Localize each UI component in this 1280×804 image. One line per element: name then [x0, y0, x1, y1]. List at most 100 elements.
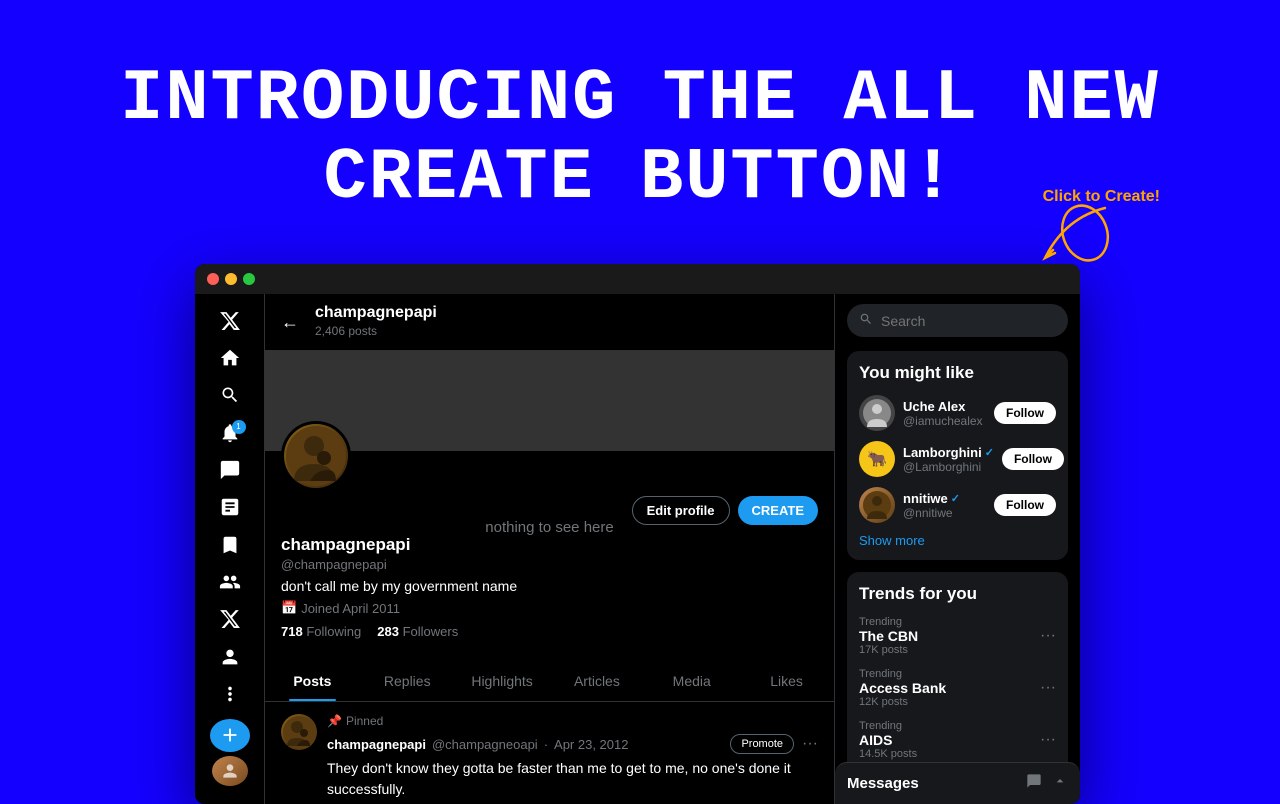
sidebar-create-button[interactable] [210, 719, 250, 752]
post-user-info: champagnepapi @champagneoapi · Apr 23, 2… [327, 737, 628, 752]
collapse-messages-icon[interactable] [1052, 773, 1068, 794]
follow-button-2[interactable]: Follow [994, 494, 1056, 516]
following-stat[interactable]: 718 Following [281, 624, 361, 639]
followers-stat[interactable]: 283 Followers [377, 624, 458, 639]
tab-highlights[interactable]: Highlights [455, 661, 550, 701]
profile-avatar [281, 421, 351, 491]
search-icon [859, 312, 873, 329]
post-text: They don't know they gotta be faster tha… [327, 758, 818, 800]
profile-avatar-wrap [281, 421, 818, 491]
calendar-icon: 📅 [281, 600, 297, 616]
messages-bar: Messages [835, 762, 1080, 804]
follow-button-0[interactable]: Follow [994, 402, 1056, 424]
post-content: 📌 Pinned champagnepapi @champagneoapi · … [327, 714, 818, 804]
sugg-name-2: nnitiwe ✓ [903, 491, 986, 506]
profile-meta: 📅 Joined April 2011 [281, 600, 818, 616]
sidebar-item-bookmarks[interactable] [210, 528, 250, 561]
pinned-label: 📌 Pinned [327, 714, 818, 728]
sidebar-item-notifications[interactable]: 1 [210, 416, 250, 449]
trend-item-1: Trending Access Bank 12K posts ··· [859, 668, 1056, 708]
sidebar-item-more[interactable] [210, 677, 250, 710]
twitter-layout: 1 [195, 294, 1080, 804]
profile-handle: @champagnepapi [281, 557, 818, 572]
sidebar-item-search[interactable] [210, 379, 250, 412]
main-content: ← champagnepapi 2,406 posts [265, 294, 835, 804]
you-might-like-title: You might like [859, 363, 1056, 383]
messages-title: Messages [847, 775, 919, 792]
sidebar-item-home[interactable] [210, 341, 250, 374]
tab-media[interactable]: Media [644, 661, 739, 701]
trend-more-1[interactable]: ··· [1040, 679, 1056, 697]
post-more-icon[interactable]: ··· [802, 735, 818, 753]
sugg-name-0: Uche Alex [903, 399, 986, 414]
show-more-link[interactable]: Show more [859, 533, 1056, 548]
post-avatar-image [281, 714, 317, 750]
sidebar-item-x-logo[interactable] [210, 304, 250, 337]
sidebar: 1 [195, 294, 265, 804]
browser-titlebar [195, 264, 1080, 294]
tab-articles[interactable]: Articles [549, 661, 644, 701]
profile-details: nothing to see here Edit profile CREATE … [265, 451, 834, 661]
browser-close-dot[interactable] [207, 273, 219, 285]
sugg-handle-2: @nnitiwe [903, 506, 986, 520]
sidebar-item-profile[interactable] [210, 640, 250, 673]
browser-window: 1 [195, 264, 1080, 804]
sugg-info-2: nnitiwe ✓ @nnitiwe [903, 491, 986, 520]
sugg-handle-0: @iamuchealex [903, 414, 986, 428]
sugg-name-1: Lamborghini ✓ [903, 445, 994, 460]
profile-header-posts: 2,406 posts [315, 324, 377, 338]
sidebar-user-avatar[interactable] [212, 756, 248, 786]
post-header: champagnepapi @champagneoapi · Apr 23, 2… [327, 734, 818, 754]
user-suggestion-0: Uche Alex @iamuchealex Follow [859, 395, 1056, 431]
tab-replies[interactable]: Replies [360, 661, 455, 701]
profile-joined: Joined April 2011 [301, 601, 400, 616]
edit-profile-button[interactable]: Edit profile [632, 496, 730, 525]
sidebar-item-premium[interactable] [210, 603, 250, 636]
trend-item-0: Trending The CBN 17K posts ··· [859, 616, 1056, 656]
tab-posts[interactable]: Posts [265, 661, 360, 701]
sidebar-item-communities[interactable] [210, 565, 250, 598]
arrow-annotation [1005, 198, 1125, 278]
sugg-info-1: Lamborghini ✓ @Lamborghini [903, 445, 994, 474]
create-button[interactable]: CREATE [738, 496, 818, 525]
profile-name: champagnepapi [281, 535, 818, 555]
user-suggestion-2: nnitiwe ✓ @nnitiwe Follow [859, 487, 1056, 523]
user-suggestion-1: 🐂 Lamborghini ✓ @Lamborghini Follow [859, 441, 1056, 477]
sugg-avatar-0 [859, 395, 895, 431]
you-might-like-widget: You might like Uche Alex @iamuchealex Fo… [847, 351, 1068, 560]
new-message-icon[interactable] [1026, 773, 1042, 794]
tab-likes[interactable]: Likes [739, 661, 834, 701]
notification-badge: 1 [232, 420, 246, 434]
follow-button-1[interactable]: Follow [1002, 448, 1064, 470]
sugg-avatar-1: 🐂 [859, 441, 895, 477]
trend-item-2: Trending AIDS 14.5K posts ··· [859, 720, 1056, 760]
verified-badge-1: ✓ [985, 446, 994, 459]
profile-header-info: champagnepapi 2,406 posts [315, 304, 437, 340]
right-sidebar: You might like Uche Alex @iamuchealex Fo… [835, 294, 1080, 804]
sidebar-item-drafts[interactable] [210, 491, 250, 524]
headline-line1: INTRODUCING THE ALL NEW [0, 60, 1280, 139]
sugg-info-0: Uche Alex @iamuchealex [903, 399, 986, 428]
back-button[interactable]: ← [281, 312, 299, 333]
post-user-avatar [281, 714, 317, 750]
profile-stats: 718 Following 283 Followers [281, 624, 818, 639]
browser-minimize-dot[interactable] [225, 273, 237, 285]
post-item: 📌 Pinned champagnepapi @champagneoapi · … [265, 702, 834, 804]
post-author-name: champagnepapi [327, 737, 426, 752]
verified-badge-2: ✓ [951, 492, 960, 505]
profile-tabs: Posts Replies Highlights Articles Media … [265, 661, 834, 702]
browser-maximize-dot[interactable] [243, 273, 255, 285]
sugg-avatar-2 [859, 487, 895, 523]
profile-header-nav: ← champagnepapi 2,406 posts [265, 294, 834, 351]
search-input[interactable] [881, 313, 1062, 329]
sidebar-item-messages[interactable] [210, 453, 250, 486]
profile-avatar-image [284, 424, 348, 488]
search-bar [847, 304, 1068, 337]
trends-title: Trends for you [859, 584, 1056, 604]
profile-bio: don't call me by my government name [281, 578, 818, 594]
trend-more-2[interactable]: ··· [1040, 731, 1056, 749]
trend-more-0[interactable]: ··· [1040, 627, 1056, 645]
promote-button[interactable]: Promote [730, 734, 794, 754]
svg-text:🐂: 🐂 [867, 450, 887, 468]
post-date: Apr 23, 2012 [554, 737, 628, 752]
